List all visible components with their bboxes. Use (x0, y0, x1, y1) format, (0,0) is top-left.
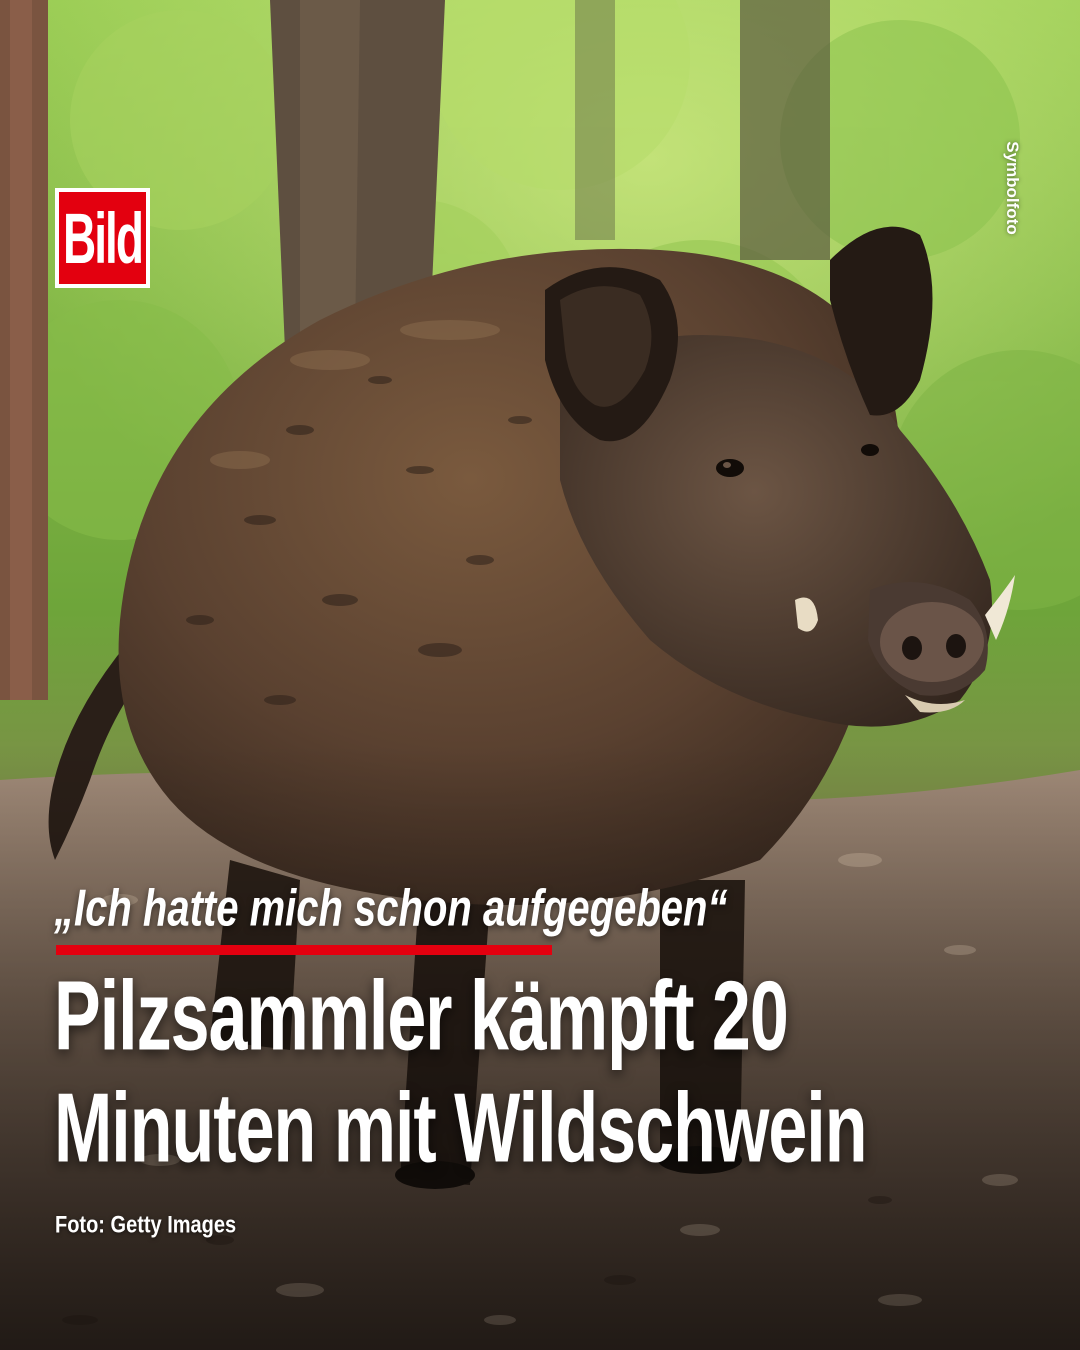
post-card: Bild Symbolfoto „Ich hatte mich schon au… (0, 0, 1080, 1350)
red-divider (56, 945, 552, 955)
photo-credit: Foto: Getty Images (55, 1212, 237, 1239)
headline-line-2: Minuten mit Wildschwein (54, 1073, 867, 1183)
logo-text: Bild (63, 197, 144, 279)
headline: Pilzsammler kämpft 20 Minuten mit Wildsc… (54, 960, 867, 1184)
quote-kicker: „Ich hatte mich schon aufgegeben“ (54, 880, 728, 938)
symbolfoto-label: Symbolfoto (1003, 141, 1022, 235)
headline-line-1: Pilzsammler kämpft 20 (54, 961, 789, 1071)
logo-red-box: Bild (59, 192, 146, 284)
bild-logo: Bild (55, 188, 150, 288)
